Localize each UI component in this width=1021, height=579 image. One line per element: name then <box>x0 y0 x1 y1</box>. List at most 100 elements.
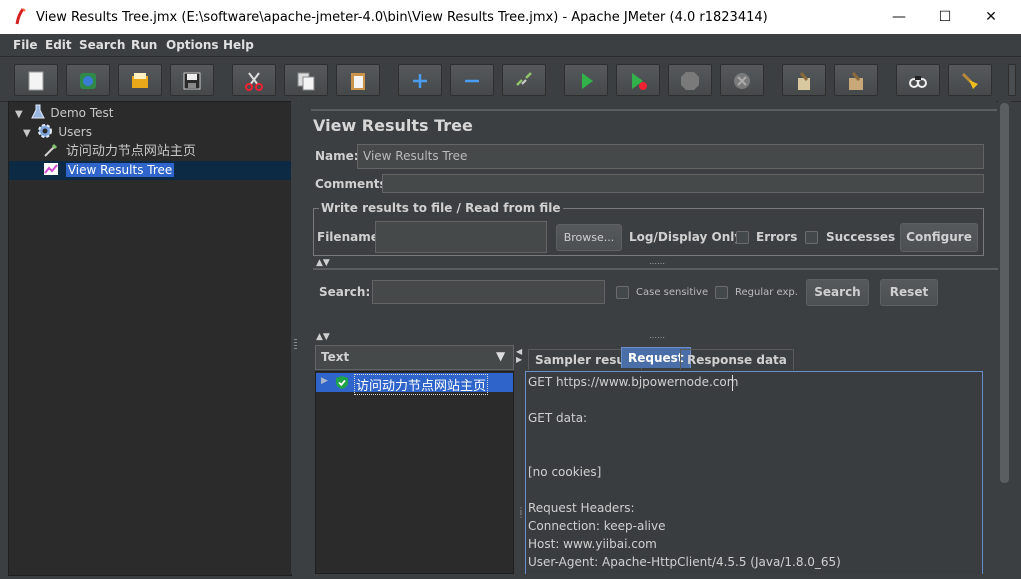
browse-button[interactable]: Browse... <box>556 224 622 251</box>
request-line: [no cookies] <box>528 465 602 479</box>
save-button[interactable] <box>170 64 214 96</box>
copy-button[interactable] <box>284 64 328 96</box>
menu-run[interactable]: Run <box>131 38 157 52</box>
filename-label: Filename <box>317 230 379 244</box>
open-button[interactable] <box>118 64 162 96</box>
errors-checkbox[interactable] <box>736 231 749 244</box>
tree-label: Demo Test <box>50 106 114 120</box>
case-sensitive-checkbox[interactable] <box>616 286 629 299</box>
search-submit-button[interactable]: Search <box>806 279 869 306</box>
split-arrows-icon[interactable]: ▲▼ <box>316 332 330 342</box>
paste-button[interactable] <box>336 64 380 96</box>
toolbar-overflow[interactable] <box>1008 64 1016 96</box>
success-shield-icon <box>336 376 348 389</box>
menu-bar: File Edit Search Run Options Help <box>0 34 1021 57</box>
menu-edit[interactable]: Edit <box>45 38 72 52</box>
menu-file[interactable]: File <box>13 38 38 52</box>
vertical-scrollbar[interactable] <box>998 101 1011 574</box>
collapse-icon <box>465 79 479 83</box>
chevron-down-icon: ▼ <box>496 349 506 363</box>
configure-button[interactable]: Configure <box>900 223 978 252</box>
pane-splitter[interactable] <box>291 101 301 574</box>
stop-button[interactable] <box>668 64 712 96</box>
stop-icon <box>681 72 699 90</box>
start-no-pauses-button[interactable] <box>616 64 660 96</box>
divider <box>313 268 999 270</box>
copy-icon <box>297 72 315 91</box>
name-field[interactable]: View Results Tree <box>357 144 984 169</box>
split-grip-icon[interactable]: ⋯⋯ <box>649 333 665 342</box>
errors-label: Errors <box>756 230 798 244</box>
splitter-grip-icon <box>294 339 297 351</box>
start-no-pauses-icon <box>632 73 647 90</box>
menu-search[interactable]: Search <box>79 38 125 52</box>
view-results-tree-panel: View Results Tree Name: View Results Tre… <box>302 101 999 574</box>
new-button[interactable] <box>14 64 58 96</box>
renderer-select[interactable]: Text ▼ <box>315 345 514 370</box>
search-label: Search: <box>319 285 371 299</box>
clear-button[interactable] <box>782 64 826 96</box>
expand-arrow-icon[interactable]: ▼ <box>15 109 23 120</box>
request-line: Host: www.yiibai.com <box>528 537 657 551</box>
expand-icon <box>413 74 427 88</box>
menu-options[interactable]: Options <box>166 38 219 52</box>
toolbar <box>0 57 1021 102</box>
split-arrows-icon[interactable]: ▲▼ <box>316 258 330 268</box>
reset-search-button[interactable] <box>948 64 992 96</box>
cut-button[interactable] <box>232 64 276 96</box>
jmeter-feather-icon <box>15 8 26 25</box>
request-line: GET https://www.bjpowernode.com <box>528 375 739 389</box>
maximize-button[interactable]: ☐ <box>922 0 968 34</box>
minimize-button[interactable]: — <box>876 0 922 34</box>
toggle-button[interactable] <box>502 64 546 96</box>
divider <box>311 109 997 111</box>
window-title: View Results Tree.jmx (E:\software\apach… <box>36 10 768 25</box>
tab-response-data[interactable]: Response data <box>680 349 794 370</box>
tree-node-http-request[interactable]: 访问动力节点网站主页 <box>43 142 196 160</box>
regular-exp-checkbox[interactable] <box>715 286 728 299</box>
tree-node-demo-test[interactable]: ▼ Demo Test <box>15 104 113 122</box>
log-display-label: Log/Display Only: <box>629 230 747 244</box>
search-icon <box>909 76 927 88</box>
expand-all-button[interactable] <box>398 64 442 96</box>
filename-field[interactable] <box>375 221 547 253</box>
tree-label: Users <box>58 125 92 139</box>
request-line: GET data: <box>528 411 588 425</box>
panel-heading: View Results Tree <box>313 116 473 135</box>
successes-checkbox[interactable] <box>805 231 818 244</box>
cut-icon <box>245 72 263 91</box>
file-group-title: Write results to file / Read from file <box>319 201 563 215</box>
start-button[interactable] <box>564 64 608 96</box>
text-cursor <box>732 375 733 391</box>
search-button[interactable] <box>896 64 940 96</box>
split-arrows-icon[interactable]: ◀ ▶ <box>516 348 522 364</box>
reset-button[interactable]: Reset <box>880 279 938 306</box>
expand-arrow-icon[interactable]: ▼ <box>23 128 31 139</box>
search-input[interactable] <box>372 280 605 304</box>
request-text-area[interactable]: GET https://www.bjpowernode.com GET data… <box>525 371 983 574</box>
open-icon <box>132 73 148 88</box>
new-icon <box>28 71 44 91</box>
tree-node-view-results-tree[interactable]: View Results Tree <box>43 161 175 179</box>
shutdown-button[interactable] <box>720 64 764 96</box>
expand-arrow-icon[interactable]: ▶ <box>321 376 328 386</box>
save-icon <box>183 72 201 90</box>
menu-help[interactable]: Help <box>223 38 254 52</box>
scrollbar-thumb[interactable] <box>1000 103 1009 483</box>
comments-field[interactable] <box>382 174 984 193</box>
request-line: User-Agent: Apache-HttpClient/4.5.5 (Jav… <box>528 555 841 569</box>
reset-search-icon <box>961 72 978 89</box>
clear-all-icon <box>849 72 863 90</box>
split-grip-icon[interactable]: ⋯⋯ <box>649 259 665 268</box>
name-label: Name: <box>315 149 359 163</box>
clear-all-button[interactable] <box>834 64 878 96</box>
close-button[interactable]: ✕ <box>968 0 1014 34</box>
sample-label: 访问动力节点网站主页 <box>354 374 489 395</box>
collapse-all-button[interactable] <box>450 64 494 96</box>
tree-label: View Results Tree <box>65 163 175 177</box>
split-grip-icon[interactable]: ⋮ ⋮ <box>517 507 525 519</box>
templates-button[interactable] <box>66 64 110 96</box>
tree-node-users[interactable]: ▼ Users <box>23 123 92 141</box>
gear-icon <box>37 124 52 138</box>
successes-label: Successes <box>826 230 896 244</box>
